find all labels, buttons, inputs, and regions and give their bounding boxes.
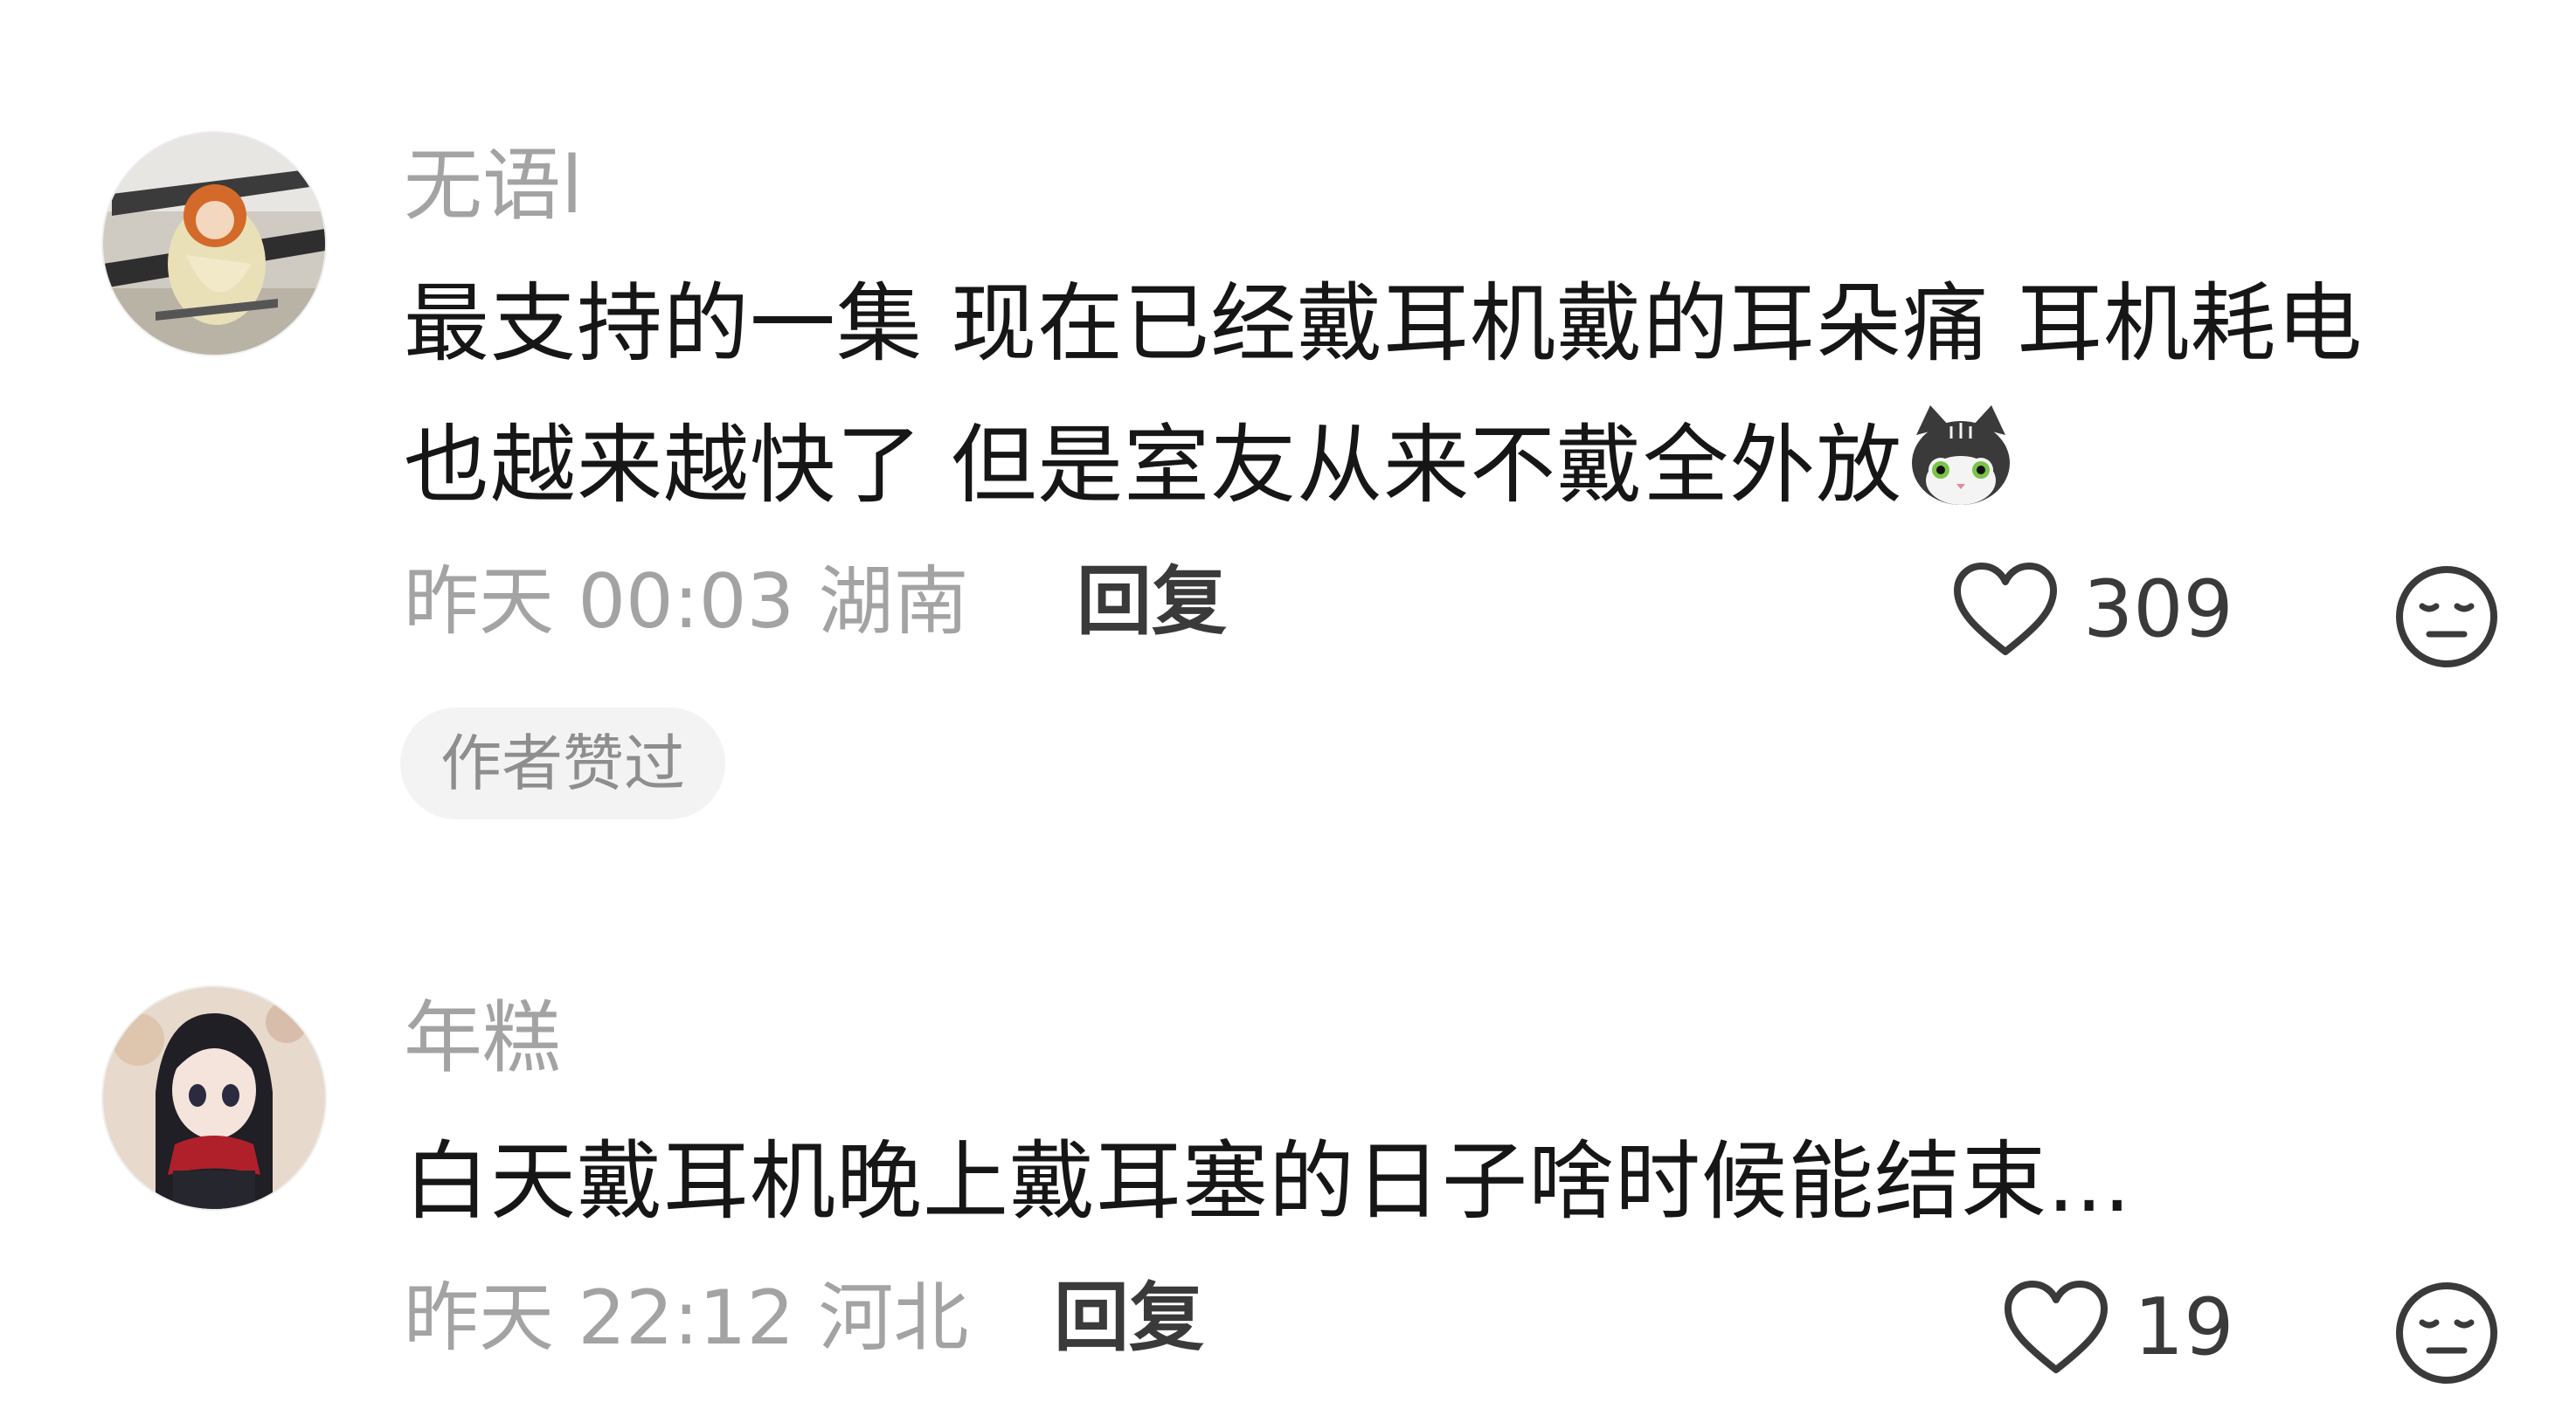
reply-button[interactable]: 回复 [1054, 1270, 1204, 1366]
comment-location: 河北 [818, 1274, 969, 1362]
comment-list: 无语l 最支持的一集 现在已经戴耳机戴的耳朵痛 耳机耗电 也越来越快了 但是室友… [0, 0, 2576, 1416]
dislike-button[interactable] [2392, 1279, 2501, 1387]
comment-meta: 昨天 22:12 河北 [404, 1270, 969, 1366]
username[interactable]: 年糕 [404, 991, 561, 1087]
avatar[interactable] [103, 987, 325, 1209]
comment-text: 白天戴耳机晚上戴耳塞的日子啥时候能结束... [404, 1111, 2466, 1253]
comment-time: 昨天 22:12 [404, 1274, 795, 1362]
comment-item: 年糕 白天戴耳机晚上戴耳塞的日子啥时候能结束... 昨天 22:12 河北 回复… [0, 0, 2576, 1416]
like-count: 19 [2134, 1281, 2234, 1373]
neutral-face-icon [2396, 1282, 2497, 1384]
avatar-image [103, 987, 325, 1209]
like-button[interactable]: 19 [2001, 1277, 2234, 1378]
heart-outline-icon [2005, 1281, 2108, 1373]
comment-text-line: 白天戴耳机晚上戴耳塞的日子啥时候能结束... [404, 1132, 2132, 1232]
